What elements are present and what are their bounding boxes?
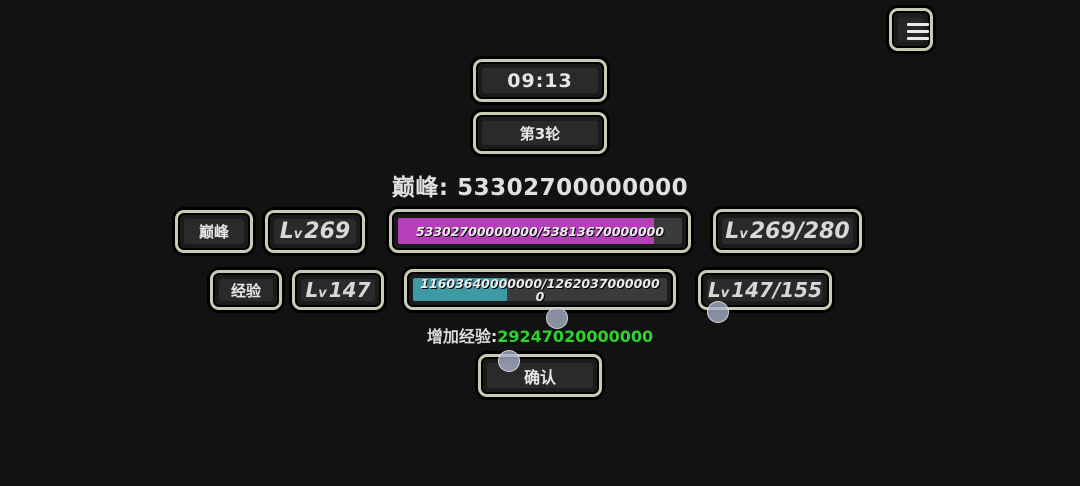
exp-range-prefix: L (707, 278, 721, 302)
peak-total-value: 53302700000000 (457, 175, 689, 201)
exp-progress-bar: 11603640000000/12620370000000 (404, 269, 676, 310)
peak-level-range: 269/280 (749, 218, 850, 244)
exp-level: 147 (328, 278, 371, 302)
confirm-label: 确认 (523, 367, 556, 387)
touch-indicator (546, 307, 568, 329)
exp-lv-small: v (318, 286, 327, 301)
exp-range-small: v (720, 286, 730, 301)
exp-progress-text: 11603640000000/12620370000000 (420, 278, 660, 301)
exp-lv-prefix: L (305, 278, 319, 302)
round-label: 第3轮 (519, 124, 561, 143)
peak-lv-small: v (293, 227, 303, 242)
peak-lv-prefix: L (279, 219, 294, 244)
peak-name: 巅峰 (198, 223, 229, 241)
peak-level: 269 (304, 219, 351, 244)
peak-range-small: v (739, 226, 748, 242)
exp-name: 经验 (230, 281, 261, 300)
touch-indicator (707, 301, 729, 323)
gain-line: 增加经验:29247020000000 (0, 323, 1080, 347)
timer-box: 09:13 (473, 59, 607, 102)
hamburger-menu-icon (898, 17, 929, 42)
exp-name-box: 经验 (210, 270, 282, 310)
timer-text: 09:13 (507, 69, 573, 92)
peak-progress-bar: 53302700000000/53813670000000 (389, 209, 691, 253)
menu-button[interactable] (889, 8, 933, 51)
peak-level-range-box: Lv269/280 (713, 209, 862, 253)
peak-progress-text: 53302700000000/53813670000000 (415, 223, 665, 239)
exp-level-range: 147/155 (731, 278, 823, 302)
peak-level-box: Lv269 (265, 210, 365, 253)
exp-level-box: Lv 147 (292, 270, 384, 310)
peak-total-separator: : (438, 175, 449, 201)
peak-total: 巅峰: 53302700000000 (0, 168, 1080, 202)
touch-indicator (498, 350, 520, 372)
gain-label: 增加经验: (426, 327, 498, 346)
peak-range-prefix: L (725, 218, 740, 244)
gain-value: 29247020000000 (497, 327, 654, 346)
confirm-button[interactable]: 确认 (478, 354, 602, 397)
peak-name-box: 巅峰 (175, 210, 253, 253)
peak-total-label: 巅峰 (391, 175, 439, 201)
round-box: 第3轮 (473, 112, 607, 154)
